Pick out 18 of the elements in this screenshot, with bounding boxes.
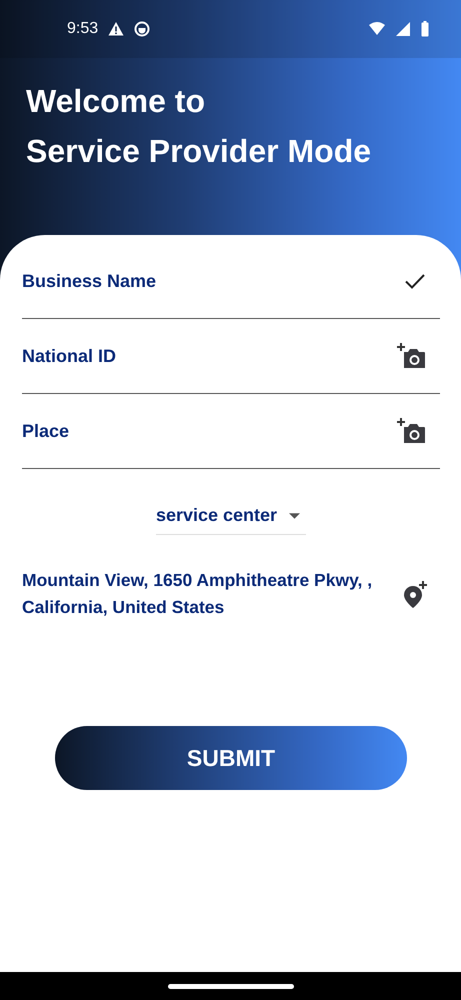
signal-icon — [395, 21, 411, 37]
wifi-icon — [369, 21, 385, 37]
home-indicator[interactable] — [168, 984, 294, 988]
add-location-icon[interactable] — [402, 580, 428, 608]
face-badge-icon — [134, 21, 150, 37]
warning-icon — [108, 21, 124, 37]
add-camera-icon[interactable] — [396, 343, 426, 369]
caret-icon — [289, 512, 300, 518]
status-time: 9:53 — [67, 20, 98, 38]
service-type-dropdown[interactable]: service center — [156, 505, 306, 535]
address-text: Mountain View, 1650 Amphitheatre Pkwy, , California, United States — [22, 569, 374, 619]
battery-icon — [421, 21, 429, 37]
form-field[interactable]: National ID — [22, 319, 440, 394]
page-title: Welcome to Service Provider Mode — [26, 82, 372, 171]
add-camera-icon[interactable] — [396, 418, 426, 444]
submit-button[interactable]: SUBMIT — [55, 726, 407, 790]
form-field[interactable]: Business Name — [22, 244, 440, 319]
form-field[interactable]: Place — [22, 394, 440, 469]
